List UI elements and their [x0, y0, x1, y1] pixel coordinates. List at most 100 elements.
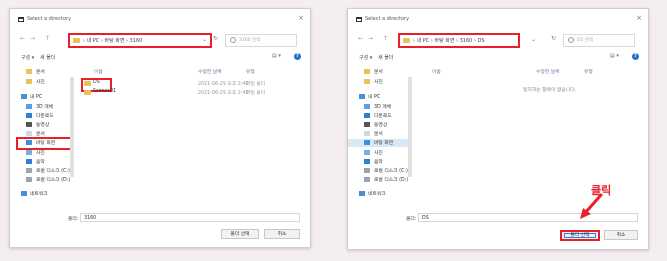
sidebar-item-label: 사진	[36, 80, 45, 85]
sidebar-item-3d-objects[interactable]: 3D 개체	[10, 103, 70, 111]
sidebar-item-local-disk-c[interactable]: 로컬 디스크 (C:)	[348, 167, 408, 175]
sidebar-item-label: 사진	[374, 80, 383, 85]
sidebar-item-documents-pc[interactable]: 문서	[348, 130, 408, 138]
sidebar-item-label: 로컬 디스크 (D:)	[374, 178, 409, 183]
picture-icon	[364, 150, 370, 155]
sidebar-item-label: 문서	[36, 70, 45, 75]
sidebar-item-music[interactable]: 음악	[10, 158, 70, 166]
scrollbar[interactable]	[70, 67, 74, 195]
close-button[interactable]: ×	[636, 14, 642, 22]
chevron-down-icon[interactable]: ⌄	[202, 36, 207, 43]
drive-icon	[364, 168, 370, 173]
network-icon	[21, 191, 27, 196]
navigation-pane: 문서 사진 내 PC 3D 개체 다운로드 동영상 문서 바탕 화면 사진 음악…	[10, 65, 72, 205]
sidebar-item-videos[interactable]: 동영상	[348, 121, 408, 129]
sidebar-item-label: 로컬 디스크 (C:)	[374, 169, 408, 174]
folder-label: 폴더:	[68, 217, 79, 222]
sidebar-item-label: 내 PC	[30, 95, 43, 100]
column-header-name[interactable]: 이름	[94, 68, 103, 75]
sidebar-item-local-disk-d[interactable]: 로컬 디스크 (D:)	[348, 176, 408, 184]
view-options-button[interactable]: ▤ ▾	[272, 53, 281, 59]
sidebar-item-music[interactable]: 음악	[348, 158, 408, 166]
view-options-button[interactable]: ▤ ▾	[610, 53, 619, 59]
folder-icon	[364, 69, 370, 74]
new-folder-button[interactable]: 새 폴더	[40, 54, 55, 61]
address-bar[interactable]: › 내 PC › 바탕 화면 › 3160 ⌄	[68, 33, 212, 48]
cancel-button[interactable]: 취소	[264, 229, 300, 239]
sidebar-item-local-disk-d[interactable]: 로컬 디스크 (D:)	[10, 176, 70, 184]
back-arrow-icon[interactable]: ←	[20, 35, 25, 42]
organize-button[interactable]: 구성 ▾	[359, 54, 372, 61]
sidebar-item-3d-objects[interactable]: 3D 개체	[348, 103, 408, 111]
refresh-icon[interactable]: ↻	[551, 35, 556, 42]
sidebar-item-documents[interactable]: 문서	[348, 68, 408, 76]
file-list: 이름 수정한 날짜 유형 일치하는 항목이 없습니다.	[416, 65, 646, 205]
sidebar-item-documents[interactable]: 문서	[10, 68, 70, 76]
sidebar-item-downloads[interactable]: 다운로드	[10, 112, 70, 120]
cancel-button[interactable]: 취소	[604, 230, 638, 240]
folder-icon	[26, 79, 32, 84]
help-icon[interactable]: ?	[294, 53, 301, 60]
sidebar-item-desktop[interactable]: 바탕 화면	[348, 139, 408, 147]
folder-icon	[403, 38, 410, 43]
column-header-date[interactable]: 수정한 날짜	[536, 68, 560, 75]
sidebar-item-pictures[interactable]: 사진	[348, 78, 408, 86]
sidebar-item-label: 음악	[36, 160, 45, 165]
sidebar-item-network[interactable]: 네트워크	[10, 190, 70, 198]
sidebar-item-pictures-pc[interactable]: 사진	[10, 149, 70, 157]
sidebar-item-label: 3D 개체	[36, 105, 54, 110]
new-folder-button[interactable]: 새 폴더	[378, 54, 393, 61]
download-icon	[26, 113, 32, 118]
sidebar-item-pictures[interactable]: 사진	[10, 78, 70, 86]
column-header-date[interactable]: 수정한 날짜	[198, 68, 222, 75]
column-header-type[interactable]: 유형	[246, 68, 255, 75]
list-item[interactable]: DS 2021-06-29 오후 2:40 파일 폴더	[78, 80, 308, 88]
help-icon[interactable]: ?	[632, 53, 639, 60]
column-header-type[interactable]: 유형	[584, 68, 593, 75]
up-arrow-icon[interactable]: ↑	[383, 35, 388, 42]
scroll-thumb[interactable]	[408, 77, 412, 177]
picture-icon	[26, 150, 32, 155]
address-path: › 내 PC › 바탕 화면 › 3160	[83, 38, 143, 44]
item-date: 2021-06-29 오후 2:40	[198, 82, 249, 87]
sidebar-item-label: 음악	[374, 160, 383, 165]
sidebar-item-pictures-pc[interactable]: 사진	[348, 149, 408, 157]
select-folder-button[interactable]: 폴더 선택	[221, 229, 259, 239]
sidebar-item-videos[interactable]: 동영상	[10, 121, 70, 129]
cube-icon	[26, 104, 32, 109]
navigation-pane: 문서 사진 내 PC 3D 개체 다운로드 동영상 문서 바탕 화면 사진 음악…	[348, 65, 408, 205]
desktop-icon	[364, 140, 370, 145]
forward-arrow-icon[interactable]: →	[368, 35, 373, 42]
select-folder-button[interactable]: 폴더 선택	[560, 230, 600, 241]
address-bar[interactable]: › 내 PC › 바탕 화면 › 3160 › DS	[398, 33, 520, 48]
scrollbar[interactable]	[408, 67, 412, 195]
search-input[interactable]: 3160 검색	[225, 34, 297, 47]
title-bar: Select a directory ×	[10, 9, 310, 29]
up-arrow-icon[interactable]: ↑	[45, 35, 50, 42]
forward-arrow-icon[interactable]: →	[30, 35, 35, 42]
sidebar-item-local-disk-c[interactable]: 로컬 디스크 (C:)	[10, 167, 70, 175]
column-header-name[interactable]: 이름	[432, 68, 441, 75]
close-button[interactable]: ×	[298, 14, 304, 22]
scroll-thumb[interactable]	[70, 77, 74, 177]
organize-button[interactable]: 구성 ▾	[21, 54, 34, 61]
sidebar-item-downloads[interactable]: 다운로드	[348, 112, 408, 120]
sidebar-item-this-pc[interactable]: 내 PC	[10, 93, 70, 101]
sidebar-item-network[interactable]: 네트워크	[348, 190, 408, 198]
sidebar-item-this-pc[interactable]: 내 PC	[348, 93, 408, 101]
list-item[interactable]: Scenes01 2021-06-29 오후 2:40 파일 폴더	[78, 89, 308, 97]
folder-icon	[364, 79, 370, 84]
sidebar-item-label: 로컬 디스크 (C:)	[36, 169, 70, 174]
title-bar: Select a directory ×	[348, 9, 648, 29]
app-icon	[18, 17, 24, 22]
search-input[interactable]: DS 검색	[563, 34, 635, 47]
pc-icon	[21, 94, 27, 99]
app-icon	[356, 17, 362, 22]
navigation-bar: ← → ↑ › 내 PC › 바탕 화면 › 3160 › DS ⌄ ↻ DS …	[348, 32, 648, 48]
sidebar-item-label: 다운로드	[36, 114, 54, 119]
sidebar-item-label: 문서	[374, 70, 383, 75]
address-path: › 내 PC › 바탕 화면 › 3160 › DS	[413, 38, 485, 44]
folder-field[interactable]: 3160	[80, 213, 300, 222]
refresh-icon[interactable]: ↻	[213, 35, 218, 42]
back-arrow-icon[interactable]: ←	[358, 35, 363, 42]
